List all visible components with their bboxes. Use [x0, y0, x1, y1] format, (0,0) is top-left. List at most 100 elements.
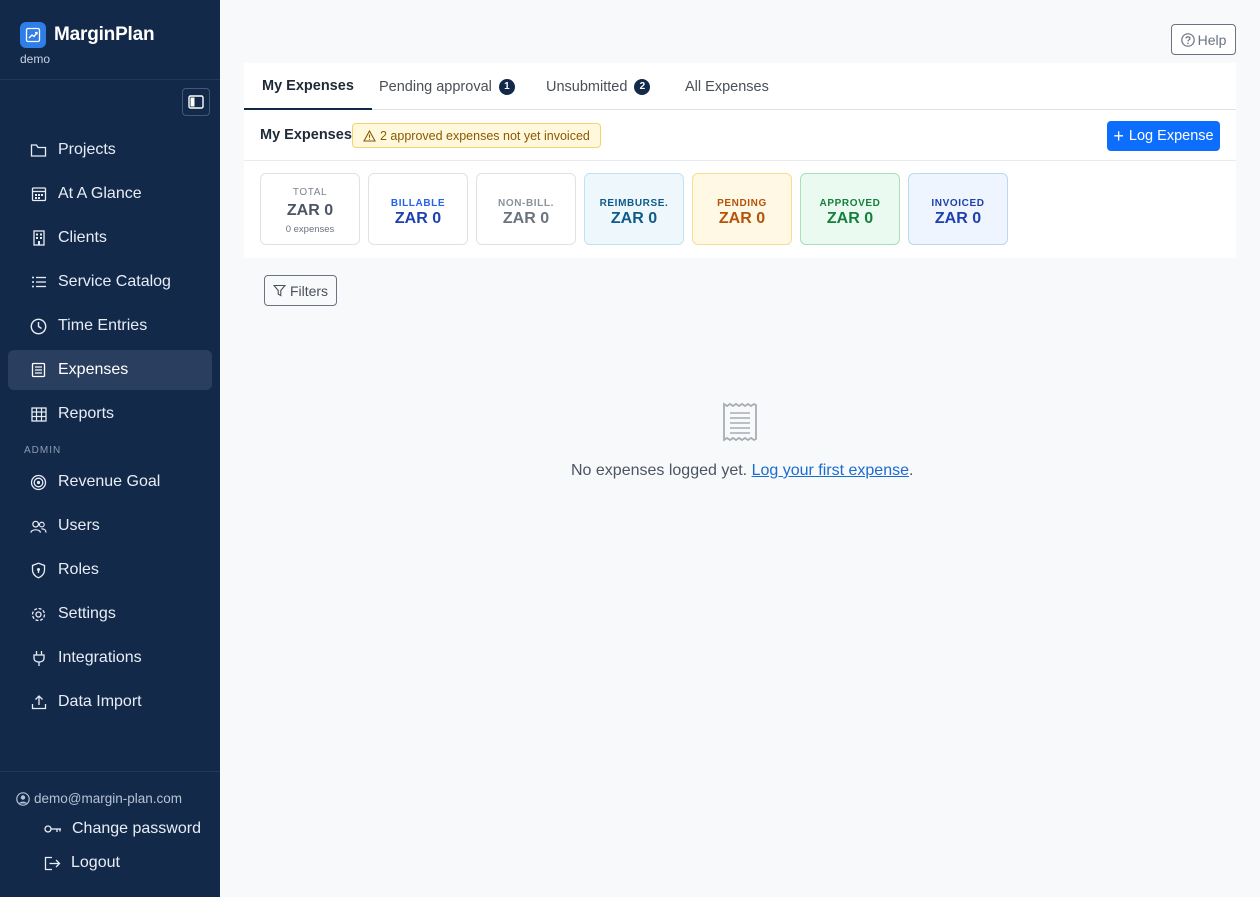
sidebar-item-label: Projects — [58, 141, 116, 158]
user-circle-icon — [16, 791, 30, 806]
admin-section-heading: ADMIN — [24, 445, 62, 456]
shield-icon — [30, 562, 47, 579]
stat-label: PENDING — [717, 198, 767, 209]
tab-label: My Expenses — [262, 77, 354, 94]
section-title: My Expenses — [260, 127, 352, 143]
receipt-icon — [722, 402, 758, 447]
tab-label: Pending approval — [379, 78, 492, 95]
sidebar-item-label: Expenses — [58, 361, 129, 378]
user-email-text: demo@margin-plan.com — [34, 791, 183, 806]
help-button[interactable]: Help — [1171, 24, 1236, 55]
count-badge: 2 — [634, 78, 651, 95]
stat-card-invoiced: INVOICED ZAR 0 — [908, 173, 1008, 245]
tab-bar: My Expenses Pending approval 1 Unsubmitt… — [244, 63, 1236, 110]
sidebar-item-label: Time Entries — [58, 317, 148, 334]
sidebar-item-service-catalog[interactable]: Service Catalog — [8, 262, 212, 302]
stat-value: ZAR 0 — [934, 210, 982, 227]
empty-state-suffix: . — [909, 462, 914, 479]
receipt-icon — [30, 362, 47, 379]
workspace-name: demo — [20, 52, 51, 66]
sidebar-item-integrations[interactable]: Integrations — [8, 638, 212, 678]
sidebar-divider — [0, 79, 220, 80]
sidebar-divider — [0, 771, 220, 772]
change-password-label: Change password — [72, 820, 201, 837]
stat-value: ZAR 0 — [286, 202, 334, 219]
user-email: demo@margin-plan.com — [16, 791, 182, 806]
gear-icon — [30, 606, 47, 623]
stat-label: BILLABLE — [390, 198, 446, 209]
filter-icon — [272, 284, 286, 297]
calendar-grid-icon — [30, 186, 47, 203]
stat-card-non-billable: NON-BILL. ZAR 0 — [476, 173, 576, 245]
stat-card-billable: BILLABLE ZAR 0 — [368, 173, 468, 245]
uninvoiced-warning[interactable]: 2 approved expenses not yet invoiced — [352, 123, 601, 148]
trend-chart-icon — [20, 22, 46, 48]
warning-text: 2 approved expenses not yet invoiced — [380, 128, 590, 143]
filters-label: Filters — [289, 282, 329, 299]
stat-card-total: TOTAL ZAR 0 0 expenses — [260, 173, 360, 245]
warning-icon — [363, 129, 376, 142]
sidebar-item-label: Clients — [58, 229, 107, 246]
logout-icon — [44, 856, 61, 870]
stat-value: ZAR 0 — [718, 210, 766, 227]
toolbar: My Expenses 2 approved expenses not yet … — [244, 110, 1236, 161]
stat-value: ZAR 0 — [502, 210, 550, 227]
sidebar-item-revenue-goal[interactable]: Revenue Goal — [8, 462, 212, 502]
sidebar-item-users[interactable]: Users — [8, 506, 212, 546]
stat-card-reimbursable: REIMBURSE. ZAR 0 — [584, 173, 684, 245]
stat-value: ZAR 0 — [826, 210, 874, 227]
sidebar-item-data-import[interactable]: Data Import — [8, 682, 212, 722]
sidebar-item-projects[interactable]: Projects — [8, 130, 212, 170]
log-expense-button[interactable]: + Log Expense — [1107, 121, 1220, 151]
building-icon — [30, 230, 47, 247]
tab-pending-approval[interactable]: Pending approval 1 — [379, 63, 515, 110]
tab-label: Unsubmitted — [546, 78, 628, 95]
stat-value: ZAR 0 — [394, 210, 442, 227]
folder-icon — [30, 142, 47, 159]
stat-label: TOTAL — [292, 187, 328, 198]
sidebar-item-expenses[interactable]: Expenses — [8, 350, 212, 390]
sidebar-toggle-icon — [188, 95, 204, 109]
clock-icon — [30, 318, 47, 335]
logout-label: Logout — [71, 854, 120, 871]
sidebar: MarginPlan demo Projects At A Glance Cli… — [0, 0, 220, 897]
key-icon — [44, 825, 61, 833]
count-badge: 1 — [498, 78, 515, 95]
stat-label: NON-BILL. — [498, 198, 554, 209]
sidebar-item-time-entries[interactable]: Time Entries — [8, 306, 212, 346]
sidebar-item-settings[interactable]: Settings — [8, 594, 212, 634]
upload-icon — [30, 694, 47, 711]
sidebar-item-roles[interactable]: Roles — [8, 550, 212, 590]
empty-state-message: No expenses logged yet. Log your first e… — [571, 462, 991, 480]
filters-button[interactable]: Filters — [264, 275, 337, 306]
sidebar-item-label: Users — [58, 517, 100, 534]
stat-label: REIMBURSE. — [599, 198, 669, 209]
plus-icon: + — [1113, 126, 1124, 146]
brand-name: MarginPlan — [54, 24, 155, 45]
target-icon — [30, 474, 47, 491]
brand[interactable]: MarginPlan — [20, 22, 155, 48]
tab-my-expenses[interactable]: My Expenses — [244, 63, 372, 110]
question-circle-icon — [1180, 32, 1195, 47]
tab-unsubmitted[interactable]: Unsubmitted 2 — [546, 63, 651, 110]
stat-label: APPROVED — [819, 198, 881, 209]
sidebar-item-label: Reports — [58, 405, 115, 422]
stat-value: ZAR 0 — [610, 210, 658, 227]
sidebar-item-clients[interactable]: Clients — [8, 218, 212, 258]
stat-subtext: 0 expenses — [285, 224, 335, 235]
change-password-link[interactable]: Change password — [44, 820, 201, 838]
empty-state-text: No expenses logged yet. — [571, 462, 748, 479]
table-icon — [30, 406, 47, 423]
tab-all-expenses[interactable]: All Expenses — [685, 63, 769, 110]
log-first-expense-link[interactable]: Log your first expense — [752, 462, 909, 479]
sidebar-item-label: Revenue Goal — [58, 473, 161, 490]
logout-link[interactable]: Logout — [44, 854, 120, 872]
sidebar-item-label: Service Catalog — [58, 273, 171, 290]
stat-card-approved: APPROVED ZAR 0 — [800, 173, 900, 245]
sidebar-item-label: Settings — [58, 605, 116, 622]
stat-card-pending: PENDING ZAR 0 — [692, 173, 792, 245]
sidebar-item-at-a-glance[interactable]: At A Glance — [8, 174, 212, 214]
sidebar-collapse-button[interactable] — [182, 88, 210, 116]
tab-label: All Expenses — [685, 78, 769, 95]
sidebar-item-reports[interactable]: Reports — [8, 394, 212, 434]
